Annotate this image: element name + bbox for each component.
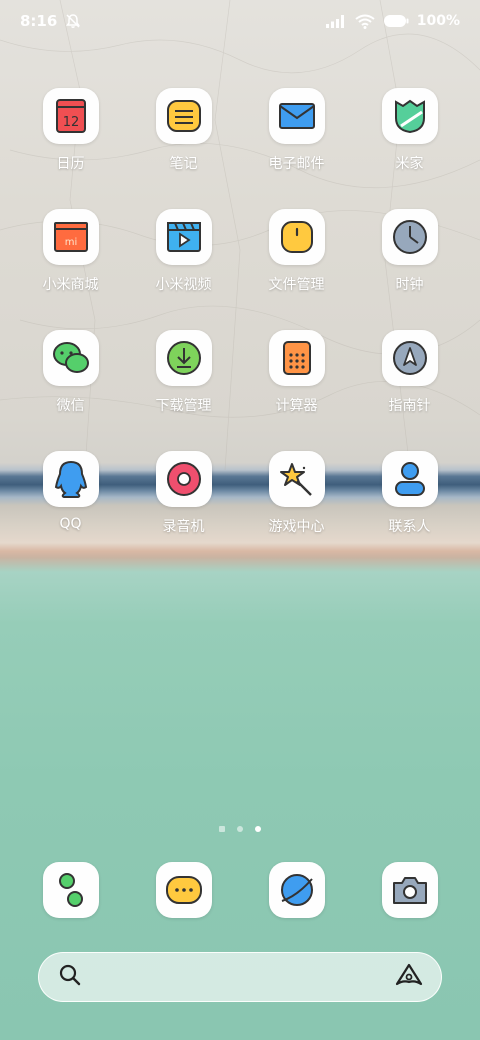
browser-icon[interactable] [268,862,325,918]
app-label: 文件管理 [268,277,325,293]
calculator-icon [268,330,325,386]
app-contacts[interactable]: 联系人 [353,451,466,536]
mi-logo-text: mi [64,237,77,248]
compass-icon [381,330,438,386]
app-qq[interactable]: QQ [14,451,127,536]
email-icon [268,88,325,144]
app-label: 联系人 [388,519,431,535]
app-label: 小米商城 [42,277,99,293]
app-mijia[interactable]: 米家 [353,88,466,173]
app-calculator[interactable]: 计算器 [240,330,353,415]
page-dot[interactable] [219,826,225,832]
app-label: QQ [59,516,82,532]
app-video[interactable]: 小米视频 [127,209,240,294]
page-indicator [0,826,480,832]
app-clock[interactable]: 时钟 [353,209,466,294]
wifi-icon [355,14,375,29]
dock [14,862,466,918]
status-time: 8:16 [20,12,58,30]
status-bar: 8:16 100% [0,0,480,42]
app-label: 时钟 [395,277,424,293]
app-label: 日历 [56,156,85,172]
app-email[interactable]: 电子邮件 [240,88,353,173]
clock-icon [381,209,438,265]
file-manager-icon [268,209,325,265]
app-label: 微信 [56,398,85,414]
search-bar[interactable] [38,952,442,1002]
app-label: 米家 [395,156,424,172]
search-icon[interactable] [59,964,81,990]
app-file-manager[interactable]: 文件管理 [240,209,353,294]
search-input[interactable] [91,953,385,1001]
phone-icon[interactable] [42,862,99,918]
app-label: 计算器 [275,398,318,414]
mute-bell-icon [65,13,81,29]
app-label: 电子邮件 [268,156,325,172]
app-grid: 12 日历 笔记 电子邮件 米家 mi 小米商城 小米视频 文件管理 时钟 微信… [14,88,466,536]
mijia-icon [381,88,438,144]
app-label: 游戏中心 [268,519,325,535]
app-label: 小米视频 [155,277,212,293]
app-recorder[interactable]: 录音机 [127,451,240,536]
messages-icon[interactable] [155,862,212,918]
app-compass[interactable]: 指南针 [353,330,466,415]
app-label: 笔记 [169,156,198,172]
battery-percentage: 100% [416,13,460,29]
app-calendar[interactable]: 12 日历 [14,88,127,173]
recorder-icon [155,451,212,507]
signal-icon [325,14,347,28]
app-mi-store[interactable]: mi 小米商城 [14,209,127,294]
camera-icon[interactable] [381,862,438,918]
calendar-date: 12 [62,115,79,130]
page-dot[interactable] [237,826,243,832]
wechat-icon [42,330,99,386]
calendar-icon: 12 [42,88,99,144]
game-center-icon [268,451,325,507]
app-download[interactable]: 下载管理 [127,330,240,415]
page-dot-active[interactable] [255,826,261,832]
qq-icon [42,451,99,507]
app-notes[interactable]: 笔记 [127,88,240,173]
app-wechat[interactable]: 微信 [14,330,127,415]
assistant-icon[interactable] [395,963,423,991]
mi-store-icon: mi [42,209,99,265]
download-icon [155,330,212,386]
contacts-icon [381,451,438,507]
app-game-center[interactable]: 游戏中心 [240,451,353,536]
app-label: 录音机 [162,519,205,535]
app-label: 下载管理 [155,398,212,414]
battery-icon [383,14,409,28]
notes-icon [155,88,212,144]
app-label: 指南针 [388,398,431,414]
video-icon [155,209,212,265]
